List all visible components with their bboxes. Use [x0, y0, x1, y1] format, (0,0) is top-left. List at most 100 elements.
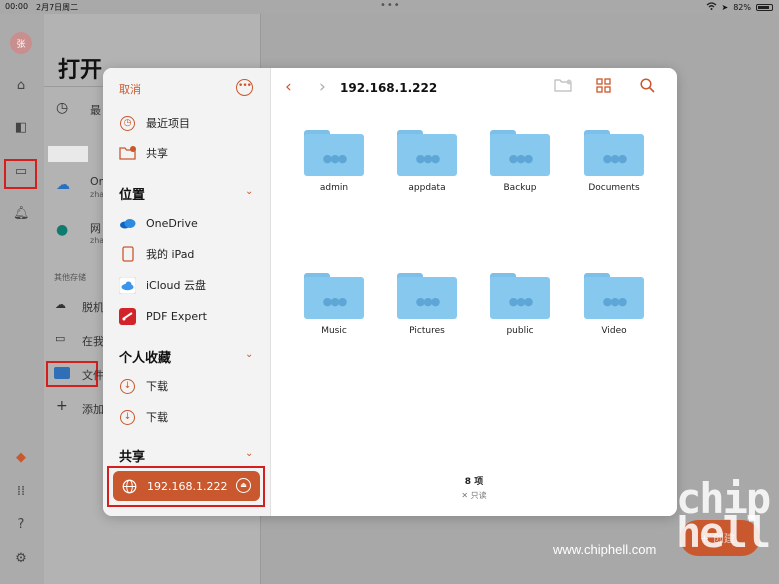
- folder-label: Backup: [503, 183, 537, 193]
- files-label[interactable]: 文件: [82, 367, 104, 383]
- onedrive-cloud-icon: ☁: [56, 177, 70, 193]
- add-location-label[interactable]: 添加: [82, 401, 104, 417]
- plus-icon: +: [56, 398, 68, 414]
- avatar[interactable]: 张: [10, 32, 32, 54]
- download-icon: ↓: [119, 378, 136, 395]
- shared-folder-icon: ●●●: [304, 273, 364, 319]
- back-chevron-icon[interactable]: ‹: [285, 77, 292, 97]
- grid-view-icon[interactable]: [593, 78, 613, 96]
- sidebar-item-label: 下载: [146, 380, 168, 393]
- sidebar-item-shared[interactable]: 共享: [119, 143, 168, 163]
- chevron-down-icon[interactable]: ⌄: [245, 349, 253, 360]
- chevron-down-icon[interactable]: ⌄: [245, 186, 253, 197]
- file-picker-modal: 取消 ••• ◷ 最近项目 共享 位置 ⌄ OneDrive 我的 iPad i…: [103, 68, 677, 516]
- folder-item[interactable]: ●●● Documents: [584, 130, 644, 193]
- settings-gear-icon[interactable]: ⚙: [13, 551, 29, 567]
- folder-label: Pictures: [409, 326, 445, 336]
- readonly-indicator: ✕ 只读: [461, 491, 487, 500]
- sidebar-item-label: 共享: [146, 147, 168, 160]
- folder-item[interactable]: ●●● public: [490, 273, 550, 336]
- premium-gem-icon[interactable]: ◆: [13, 450, 29, 466]
- shared-folder-icon: ●●●: [490, 130, 550, 176]
- shared-folder-icon: ●●●: [584, 273, 644, 319]
- section-shared: 共享: [119, 450, 146, 465]
- sidebar-item-recents[interactable]: ◷ 最近项目: [119, 113, 190, 133]
- offline-cloud-icon: ☁: [55, 298, 66, 311]
- onedrive-icon: [119, 215, 136, 232]
- sidebar-item-icloud[interactable]: iCloud 云盘: [119, 275, 206, 295]
- shared-folder-icon: ●●●: [397, 130, 457, 176]
- folder-item[interactable]: ●●● Backup: [490, 130, 550, 193]
- globe-icon: [122, 479, 137, 494]
- download-icon: ↓: [119, 409, 136, 426]
- sidebar-item-label: iCloud 云盘: [146, 279, 206, 292]
- cancel-button[interactable]: 取消: [119, 81, 141, 97]
- battery-icon: [756, 3, 773, 11]
- sidebar-header: 取消 •••: [103, 68, 271, 106]
- sidebar-item-download-2[interactable]: ↓ 下载: [119, 407, 168, 427]
- redacted-box: [48, 146, 88, 162]
- new-folder-icon[interactable]: [553, 78, 573, 96]
- more-options-icon[interactable]: •••: [236, 79, 253, 96]
- sharepoint-icon: ●: [56, 222, 69, 238]
- sidebar-item-label: 下载: [146, 411, 168, 424]
- forward-chevron-icon[interactable]: ›: [319, 77, 326, 97]
- item-count: 8 项: [464, 477, 484, 487]
- folder-label: Video: [601, 326, 627, 336]
- nav-rail: 张 ⌂ ◧ ▭ 🔔︎ ◆ ⁞⁞ ? ⚙: [0, 14, 44, 584]
- grid-dots-icon[interactable]: ⁞⁞: [13, 484, 29, 500]
- folder-label: public: [506, 326, 534, 336]
- recent-clock-icon: ◷: [56, 100, 69, 116]
- device-icon: ▭: [55, 332, 66, 345]
- folder-item[interactable]: ●●● Video: [584, 273, 644, 336]
- chevron-down-icon[interactable]: ⌄: [245, 448, 253, 459]
- bell-icon[interactable]: 🔔︎: [13, 206, 30, 222]
- sidebar-item-network-server[interactable]: 192.168.1.222 ⏏: [113, 471, 260, 501]
- page-title: 打开: [58, 58, 103, 83]
- section-locations: 位置: [119, 188, 146, 203]
- sidebar-item-onedrive[interactable]: OneDrive: [119, 213, 198, 233]
- folder-label: Documents: [588, 183, 640, 193]
- sidebar-item-download-1[interactable]: ↓ 下载: [119, 376, 168, 396]
- recent-label[interactable]: 最: [90, 102, 101, 118]
- files-folder-icon: [54, 367, 70, 379]
- wifi-icon: [706, 2, 717, 12]
- section-favorites: 个人收藏: [119, 351, 172, 366]
- folder-item[interactable]: ●●● admin: [304, 130, 364, 193]
- sharepoint-account[interactable]: 网: [90, 220, 101, 236]
- folder-label: appdata: [408, 183, 446, 193]
- search-icon[interactable]: [637, 78, 657, 96]
- location-icon: ➤: [721, 2, 729, 12]
- file-browser: ‹ › 192.168.1.222 ●●● admin ●●● appdata ●●● B…: [271, 68, 677, 516]
- sidebar-item-label: PDF Expert: [146, 309, 207, 323]
- status-right: ➤ 82%: [706, 2, 773, 12]
- folder-item[interactable]: ●●● appdata: [397, 130, 457, 193]
- chiphell-watermark-logo: chip hell: [676, 474, 771, 557]
- shared-folder-icon: ●●●: [397, 273, 457, 319]
- server-label: 192.168.1.222: [147, 479, 228, 493]
- shared-folder-icon: [119, 145, 136, 162]
- offline-label[interactable]: 脱机: [82, 299, 104, 315]
- folder-item[interactable]: ●●● Music: [304, 273, 364, 336]
- sidebar-item-ipad[interactable]: 我的 iPad: [119, 244, 194, 264]
- sidebar-item-pdf-expert[interactable]: PDF Expert: [119, 306, 207, 326]
- status-time: 00:00: [5, 2, 29, 11]
- sidebar-item-label: OneDrive: [146, 216, 198, 230]
- shared-folder-icon: ●●●: [304, 130, 364, 176]
- multitasking-dots-icon[interactable]: •••: [380, 0, 401, 11]
- home-icon[interactable]: ⌂: [13, 78, 29, 94]
- on-my-device-label[interactable]: 在我: [82, 333, 104, 349]
- folder-label: Music: [321, 326, 347, 336]
- status-bar: 00:00 2月7日周二 ••• ➤ 82%: [0, 0, 779, 14]
- apps-icon[interactable]: ◧: [13, 120, 29, 136]
- folder-item[interactable]: ●●● Pictures: [397, 273, 457, 336]
- help-icon[interactable]: ?: [13, 517, 29, 533]
- eject-icon[interactable]: ⏏: [236, 478, 251, 493]
- watermark-url: www.chiphell.com: [553, 542, 657, 557]
- folder-label: admin: [319, 183, 349, 193]
- status-date: 2月7日周二: [36, 3, 79, 12]
- other-storage-header: 其他存储: [54, 273, 86, 282]
- clock-icon: ◷: [119, 115, 136, 132]
- ipad-icon: [119, 246, 136, 263]
- path-title: 192.168.1.222: [340, 81, 438, 95]
